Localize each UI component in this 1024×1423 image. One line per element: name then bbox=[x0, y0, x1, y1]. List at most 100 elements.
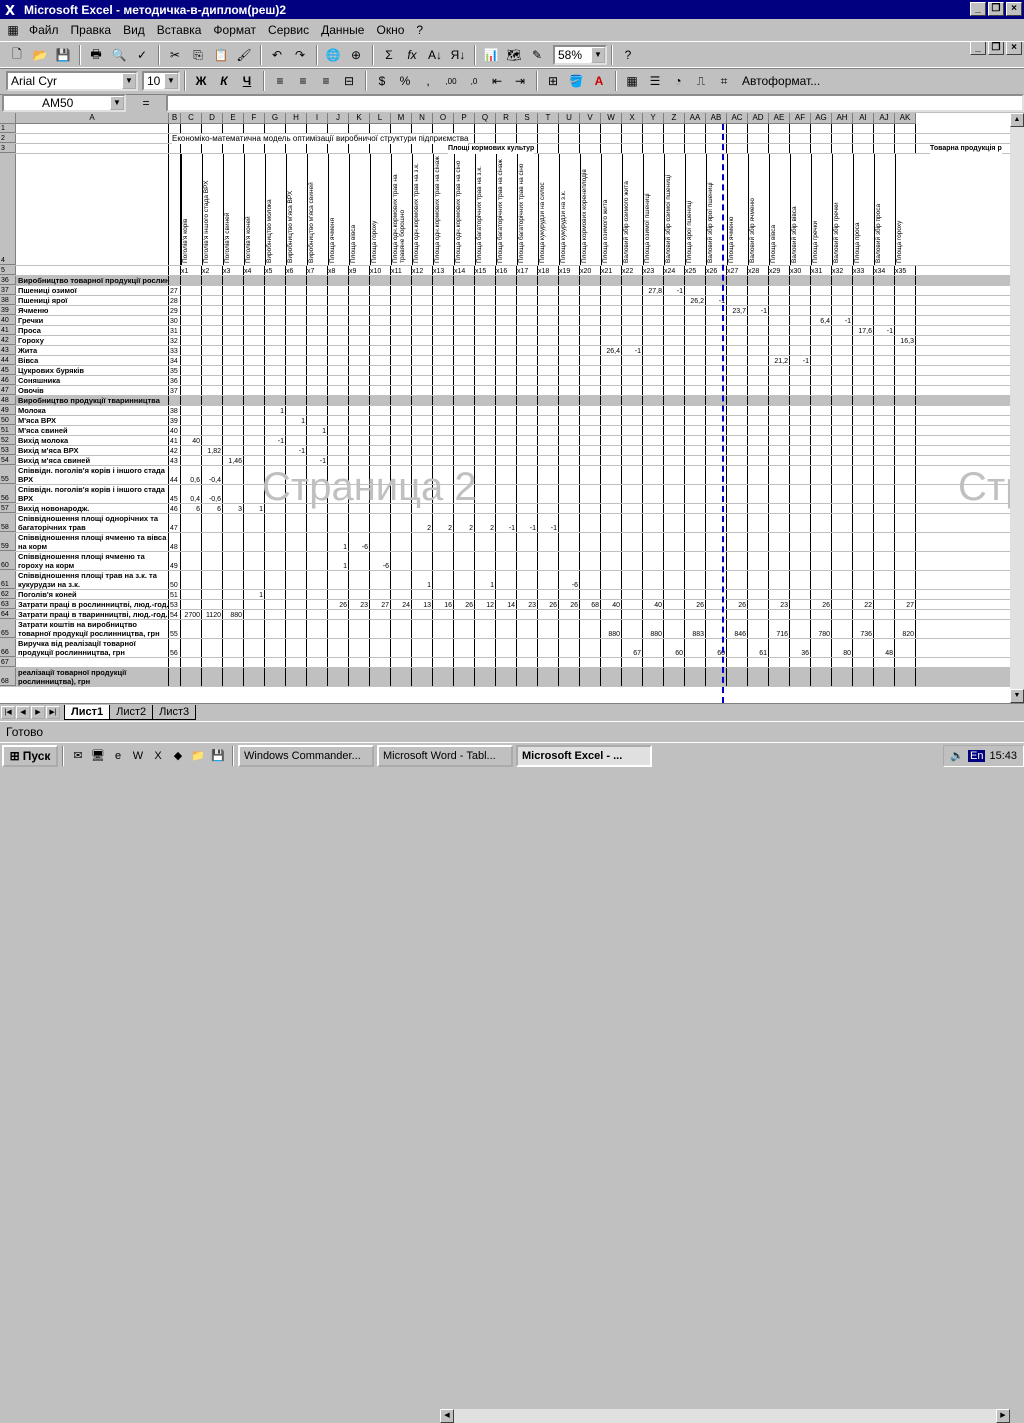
cell[interactable] bbox=[727, 456, 748, 465]
cell[interactable] bbox=[643, 533, 664, 551]
cell[interactable]: 22 bbox=[853, 600, 874, 609]
cell[interactable] bbox=[391, 436, 412, 445]
cell[interactable] bbox=[580, 571, 601, 589]
cell[interactable] bbox=[622, 396, 643, 405]
cell[interactable] bbox=[391, 396, 412, 405]
cell[interactable] bbox=[664, 416, 685, 425]
cell[interactable]: 26 bbox=[538, 600, 559, 609]
cell[interactable]: 1,46 bbox=[223, 456, 244, 465]
cell[interactable] bbox=[370, 639, 391, 657]
cell[interactable] bbox=[538, 456, 559, 465]
cell[interactable] bbox=[601, 436, 622, 445]
cell[interactable] bbox=[244, 396, 265, 405]
cell[interactable] bbox=[244, 485, 265, 503]
cell-label[interactable] bbox=[16, 134, 169, 143]
cell[interactable] bbox=[769, 552, 790, 570]
cell[interactable] bbox=[601, 134, 622, 143]
cell[interactable] bbox=[286, 466, 307, 484]
cell[interactable] bbox=[265, 446, 286, 455]
cell[interactable]: -1 bbox=[286, 446, 307, 455]
cell[interactable] bbox=[223, 658, 244, 667]
column-header[interactable]: Z bbox=[664, 113, 685, 124]
cell[interactable] bbox=[370, 485, 391, 503]
cell[interactable] bbox=[265, 456, 286, 465]
cell[interactable] bbox=[727, 466, 748, 484]
cell[interactable] bbox=[538, 366, 559, 375]
cell[interactable] bbox=[202, 144, 223, 153]
cell[interactable] bbox=[244, 466, 265, 484]
cell[interactable] bbox=[580, 124, 601, 133]
column-header[interactable]: AA bbox=[685, 113, 706, 124]
cell[interactable]: x12 bbox=[412, 266, 433, 275]
first-sheet-icon[interactable]: |◀ bbox=[1, 705, 15, 719]
column-header[interactable]: AJ bbox=[874, 113, 895, 124]
cell[interactable] bbox=[454, 306, 475, 315]
cell-index[interactable]: 31 bbox=[169, 326, 181, 335]
cell[interactable] bbox=[349, 668, 370, 686]
cell[interactable] bbox=[433, 466, 454, 484]
vertical-scrollbar[interactable]: ▲ ▼ bbox=[1010, 113, 1024, 703]
cell[interactable] bbox=[664, 658, 685, 667]
cell[interactable] bbox=[538, 144, 559, 153]
cell[interactable] bbox=[496, 124, 517, 133]
cell[interactable] bbox=[181, 306, 202, 315]
cell-label[interactable] bbox=[16, 124, 169, 133]
cell[interactable] bbox=[538, 504, 559, 513]
cell[interactable] bbox=[664, 533, 685, 551]
cell[interactable] bbox=[412, 376, 433, 385]
cell[interactable] bbox=[874, 533, 895, 551]
cell[interactable]: Площа кукурудзи на з.к. bbox=[559, 154, 580, 265]
cell[interactable] bbox=[454, 485, 475, 503]
cell[interactable]: 23 bbox=[769, 600, 790, 609]
cell[interactable] bbox=[811, 436, 832, 445]
cell[interactable] bbox=[517, 406, 538, 415]
cell[interactable] bbox=[748, 396, 769, 405]
drawing-icon[interactable]: ✎ bbox=[526, 44, 548, 66]
cell[interactable] bbox=[286, 620, 307, 638]
cell[interactable] bbox=[853, 504, 874, 513]
align-icon[interactable]: ⎍ bbox=[690, 70, 712, 92]
cell-label[interactable]: Виручка від реалізації товарної продукці… bbox=[16, 639, 169, 657]
cell[interactable]: x2 bbox=[202, 266, 223, 275]
cell[interactable]: -1 bbox=[664, 286, 685, 295]
cell[interactable] bbox=[790, 386, 811, 395]
percent-icon[interactable]: % bbox=[394, 70, 416, 92]
cell-label[interactable]: М'яса ВРХ bbox=[16, 416, 169, 425]
cell[interactable] bbox=[727, 533, 748, 551]
cell[interactable] bbox=[853, 124, 874, 133]
cell[interactable] bbox=[328, 514, 349, 532]
cell[interactable]: 26 bbox=[811, 600, 832, 609]
row-header[interactable]: 38 bbox=[0, 296, 16, 305]
column-header[interactable]: AK bbox=[895, 113, 916, 124]
quicklaunch-word-icon[interactable]: W bbox=[130, 748, 146, 764]
cell[interactable] bbox=[727, 426, 748, 435]
cell[interactable] bbox=[328, 620, 349, 638]
cut-icon[interactable]: ✂ bbox=[164, 44, 186, 66]
cell[interactable] bbox=[559, 533, 580, 551]
cell-label[interactable]: Вихід молока bbox=[16, 436, 169, 445]
cell[interactable] bbox=[391, 144, 412, 153]
column-header[interactable]: AE bbox=[769, 113, 790, 124]
cell[interactable] bbox=[664, 600, 685, 609]
cell[interactable] bbox=[223, 426, 244, 435]
cell[interactable] bbox=[370, 446, 391, 455]
cell[interactable] bbox=[349, 386, 370, 395]
cell[interactable] bbox=[790, 658, 811, 667]
cell[interactable] bbox=[832, 436, 853, 445]
cell[interactable] bbox=[727, 336, 748, 345]
cell-index[interactable]: 34 bbox=[169, 356, 181, 365]
cell[interactable] bbox=[370, 466, 391, 484]
cell[interactable] bbox=[790, 504, 811, 513]
cell[interactable] bbox=[790, 466, 811, 484]
cell[interactable] bbox=[391, 466, 412, 484]
row-header[interactable]: 65 bbox=[0, 620, 16, 638]
column-header[interactable]: Y bbox=[643, 113, 664, 124]
cell[interactable] bbox=[349, 124, 370, 133]
cell[interactable] bbox=[895, 668, 916, 686]
cell[interactable] bbox=[370, 316, 391, 325]
cell[interactable] bbox=[391, 276, 412, 285]
cell[interactable]: 61 bbox=[748, 639, 769, 657]
cell[interactable] bbox=[517, 376, 538, 385]
cell[interactable] bbox=[769, 504, 790, 513]
cell[interactable] bbox=[391, 406, 412, 415]
